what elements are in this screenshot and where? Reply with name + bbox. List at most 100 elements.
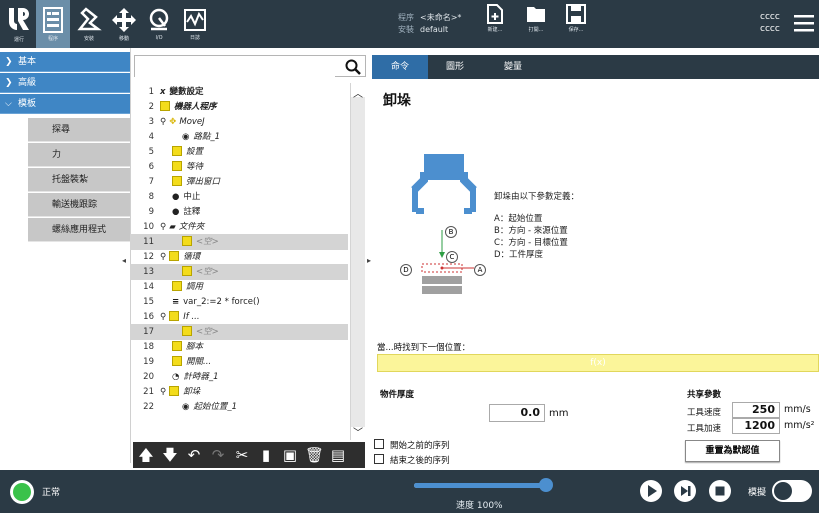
- search-box[interactable]: [134, 55, 366, 78]
- tree-row[interactable]: 20 ◔ 計時器_1: [130, 369, 348, 385]
- cut-icon[interactable]: ✂: [233, 446, 251, 464]
- play-icon[interactable]: [639, 479, 663, 503]
- speed-slider-track[interactable]: [414, 483, 546, 488]
- tree-row[interactable]: 8 ● 中止: [130, 189, 348, 205]
- tree-row[interactable]: 5 設置: [130, 144, 348, 160]
- undo-icon[interactable]: ↶: [185, 446, 203, 464]
- tree-row[interactable]: 16 ⚲ If ...: [130, 309, 348, 325]
- new-label: 新建...: [487, 27, 503, 33]
- save-button[interactable]: 保存...: [564, 4, 588, 44]
- expand-pin-icon[interactable]: ⚲: [160, 387, 166, 397]
- speed-slider-handle[interactable]: [539, 478, 553, 492]
- sidebar-item-conveyor[interactable]: 輸送機跟踪: [28, 193, 130, 217]
- nav-io[interactable]: I/O: [142, 0, 176, 48]
- expand-pin-icon[interactable]: ⚲: [160, 312, 166, 322]
- nav-run[interactable]: 運行: [2, 0, 36, 48]
- tree-row-label: ⚲ ✥ MoveJ: [160, 114, 205, 130]
- tree-row-text: 中止: [183, 192, 201, 202]
- thickness-input[interactable]: 0.0: [489, 404, 545, 422]
- tool-accel-label: 工具加速: [687, 424, 722, 434]
- nav-log-label: 日誌: [189, 35, 200, 41]
- tree-row[interactable]: 22 ◉ 起始位置_1: [130, 399, 348, 411]
- seq-after-checkbox[interactable]: [374, 454, 384, 464]
- tree-row-text: 計時器_1: [183, 372, 219, 382]
- sidebar-group-basic[interactable]: ❯ 基本: [0, 52, 130, 72]
- scroll-up-icon[interactable]: ︿: [353, 85, 363, 100]
- sidebar-group-templates[interactable]: ⌵ 模板: [0, 94, 130, 114]
- expand-pin-icon[interactable]: ⚲: [160, 222, 166, 232]
- tree-row[interactable]: 10 ⚲ ▰ 文件夾: [130, 219, 348, 235]
- tree-row[interactable]: 1 x 變數設定: [130, 84, 348, 100]
- step-icon[interactable]: [673, 479, 697, 503]
- tree-row[interactable]: 2 機器人程序: [130, 99, 348, 115]
- expand-pin-icon[interactable]: ⚲: [160, 117, 166, 127]
- copy-icon[interactable]: ▮: [257, 446, 275, 464]
- tree-row-text: 循環: [183, 252, 201, 262]
- redo-icon[interactable]: ↷: [209, 446, 227, 464]
- tree-row[interactable]: 6 等待: [130, 159, 348, 175]
- tree-row[interactable]: 18 腳本: [130, 339, 348, 355]
- status-indicator[interactable]: [10, 480, 34, 504]
- tab-variables[interactable]: 變量: [490, 55, 536, 79]
- nav-log[interactable]: 日誌: [178, 0, 212, 48]
- collapse-left-handle[interactable]: ◂: [122, 256, 126, 265]
- tree-row-label: ⚲ 循環: [160, 249, 200, 265]
- nav-install[interactable]: 安裝: [72, 0, 106, 48]
- paste-icon[interactable]: ▣: [281, 446, 299, 464]
- waypoint-icon: ◉: [182, 132, 190, 142]
- nav-move-label: 移動: [118, 36, 129, 42]
- line-number: 21: [143, 387, 154, 397]
- expand-pin-icon[interactable]: ⚲: [160, 252, 166, 262]
- tab-command[interactable]: 命令: [372, 55, 428, 79]
- status-text: 正常: [42, 488, 61, 498]
- search-icon[interactable]: [345, 59, 361, 75]
- next-position-expression[interactable]: f(x): [377, 354, 819, 372]
- scroll-down-icon[interactable]: ﹀: [353, 424, 363, 439]
- tool-speed-input[interactable]: 250: [732, 402, 780, 418]
- simulation-toggle[interactable]: [772, 480, 812, 502]
- open-button[interactable]: 打開...: [524, 4, 548, 44]
- tree-row[interactable]: 7 彈出窗口: [130, 174, 348, 190]
- tree-row[interactable]: 19 開關...: [130, 354, 348, 370]
- suppress-icon[interactable]: ▤: [329, 446, 347, 464]
- loop-icon: [169, 250, 180, 261]
- hamburger-menu-button[interactable]: [794, 14, 814, 36]
- tree-row[interactable]: 4 ◉ 路點_1: [130, 129, 348, 145]
- speed-slider-fill: [414, 483, 546, 488]
- new-button[interactable]: 新建...: [483, 4, 507, 44]
- call-icon: [172, 280, 182, 291]
- move-down-icon[interactable]: 🡇: [161, 446, 179, 464]
- sidebar-item-pallet[interactable]: 托盤裝紮: [28, 168, 130, 192]
- sidebar-item-force[interactable]: 力: [28, 143, 130, 167]
- tree-row[interactable]: 17 <空>: [130, 324, 348, 340]
- tree-row[interactable]: 9 ● 註釋: [130, 204, 348, 220]
- tool-accel-input[interactable]: 1200: [732, 418, 780, 434]
- search-input[interactable]: [135, 58, 335, 78]
- tree-row[interactable]: 15 ≡ var_2:=2 * force(): [130, 294, 348, 310]
- tree-row[interactable]: 11 <空>: [130, 234, 348, 250]
- tree-row[interactable]: 14 調用: [130, 279, 348, 295]
- tree-row[interactable]: 21 ⚲ 卸垛: [130, 384, 348, 400]
- nav-move[interactable]: 移動: [107, 0, 141, 48]
- tree-row-label: x 變數設定: [160, 84, 204, 100]
- line-number: 11: [143, 237, 154, 247]
- left-sidebar: ❯ 基本 ❯ 高級 ⌵ 模板 探尋 力 托盤裝紮 輸送機跟踪 螺絲應用程式: [0, 48, 130, 463]
- sidebar-item-screwdriving[interactable]: 螺絲應用程式: [28, 218, 130, 242]
- seq-before-checkbox[interactable]: [374, 439, 384, 449]
- delete-icon[interactable]: 🗑: [305, 446, 324, 464]
- tree-row[interactable]: 12 ⚲ 循環: [130, 249, 348, 265]
- tree-row[interactable]: 13 <空>: [130, 264, 348, 280]
- tree-row[interactable]: 3 ⚲ ✥ MoveJ: [130, 114, 348, 130]
- program-icon: [43, 7, 63, 33]
- tab-graphics[interactable]: 圖形: [432, 55, 478, 79]
- reset-defaults-button[interactable]: 重置為默認值: [685, 440, 780, 462]
- program-key: 程序: [398, 13, 414, 22]
- stop-icon[interactable]: [708, 479, 732, 503]
- tree-row-label: <空>: [182, 234, 219, 250]
- collapse-right-handle[interactable]: ▸: [367, 256, 371, 265]
- sidebar-group-advanced[interactable]: ❯ 高級: [0, 73, 130, 93]
- tree-scrollbar-thumb[interactable]: [351, 97, 365, 427]
- nav-program[interactable]: 程序: [36, 0, 70, 48]
- move-up-icon[interactable]: 🡅: [137, 446, 155, 464]
- sidebar-item-search[interactable]: 探尋: [28, 118, 130, 142]
